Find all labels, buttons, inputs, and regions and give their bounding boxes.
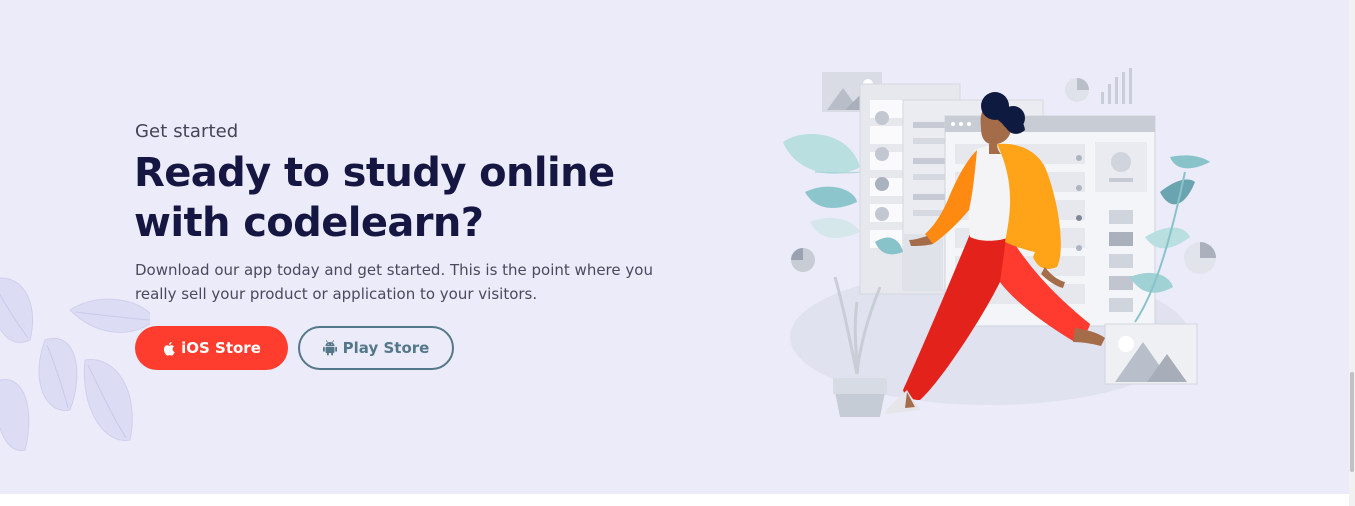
- play-store-button[interactable]: Play Store: [298, 326, 454, 370]
- play-store-label: Play Store: [342, 339, 430, 357]
- page-title: Ready to study online with codelearn?: [134, 150, 615, 246]
- ios-store-label: iOS Store: [181, 339, 261, 357]
- android-icon: [322, 340, 337, 356]
- hero-section: Get started Ready to study online with c…: [0, 0, 1349, 494]
- ios-store-button[interactable]: iOS Store: [135, 326, 288, 370]
- hero-illustration: [783, 68, 1216, 417]
- scrollbar-thumb[interactable]: [1350, 372, 1354, 472]
- page-scrollbar[interactable]: [1349, 0, 1355, 506]
- eyebrow-text: Get started: [135, 121, 239, 142]
- apple-icon: [164, 341, 175, 356]
- hero-description: Download our app today and get started. …: [135, 261, 653, 303]
- leaf-decoration: [0, 277, 150, 451]
